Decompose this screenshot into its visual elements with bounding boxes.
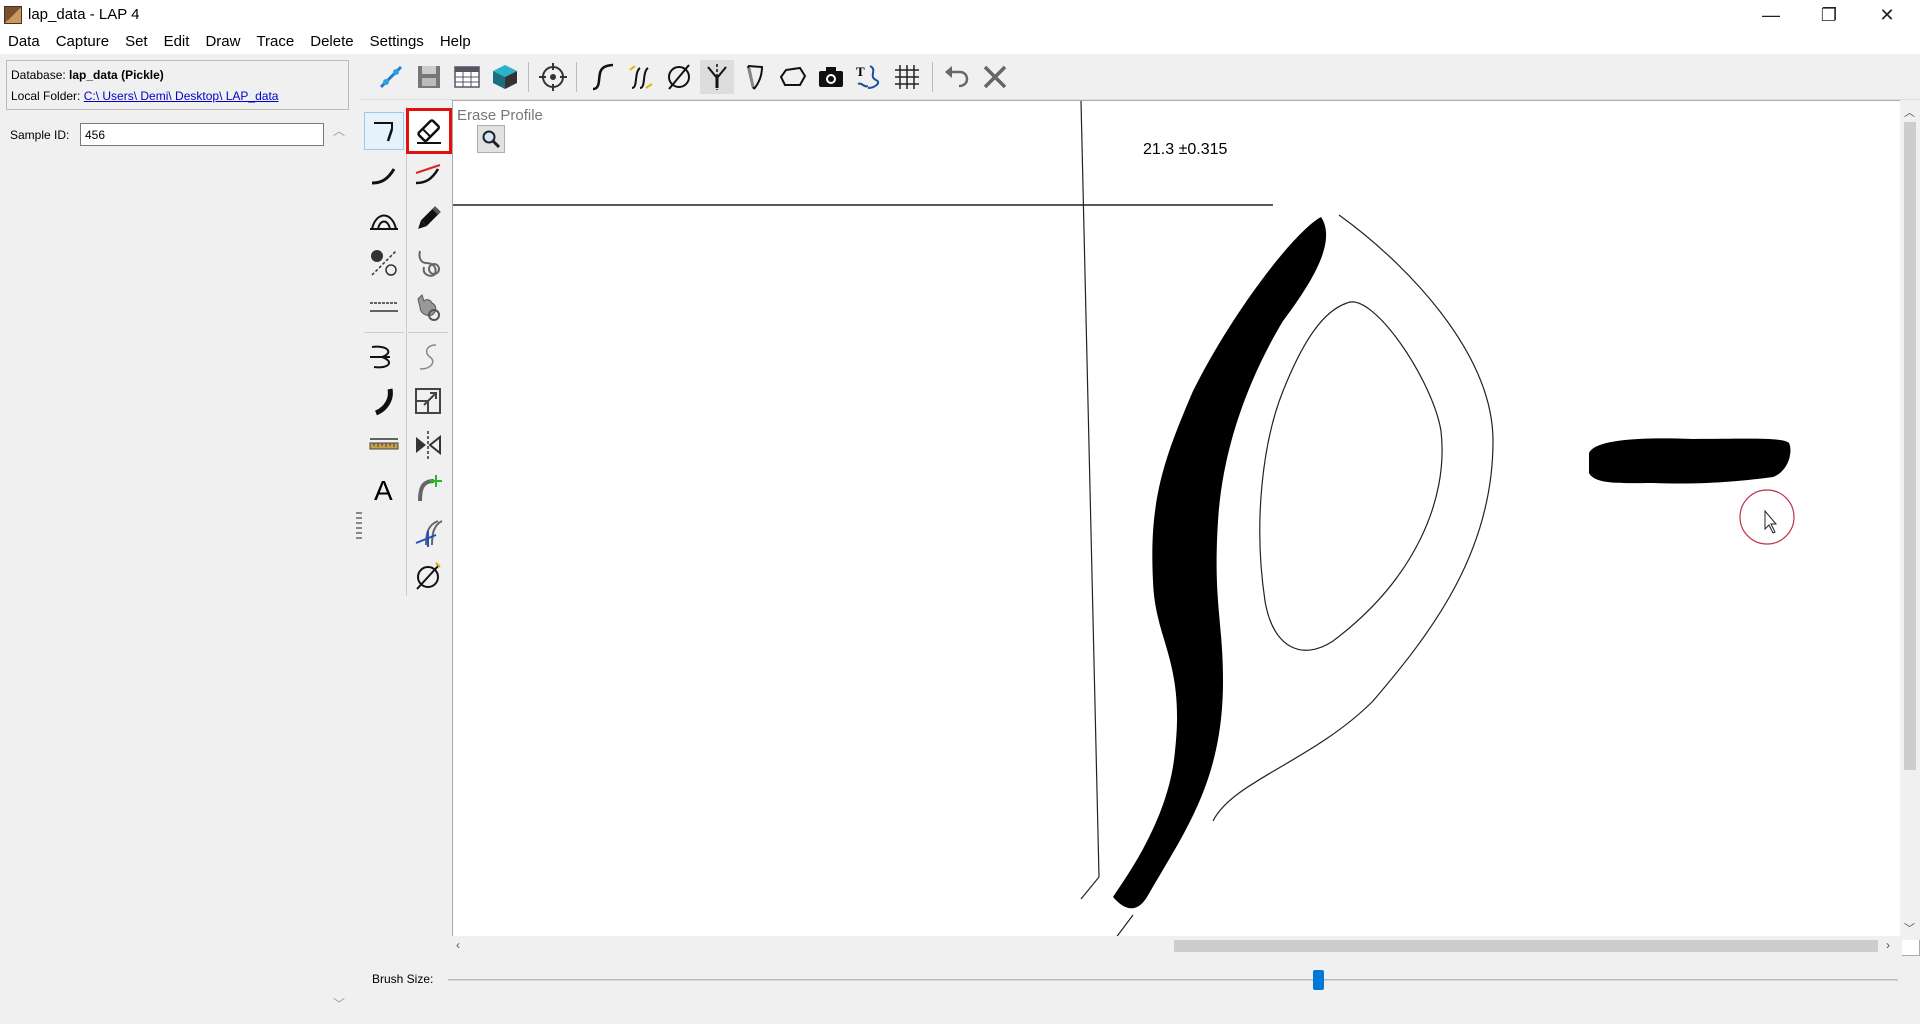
- app-icon: [4, 6, 22, 24]
- diameter-orange-icon[interactable]: [408, 558, 448, 596]
- svg-text:A: A: [374, 475, 393, 505]
- red-curve-icon[interactable]: [408, 156, 448, 194]
- maximize-button[interactable]: ❐: [1800, 0, 1858, 30]
- menu-delete[interactable]: Delete: [302, 30, 361, 50]
- handle-icon[interactable]: [408, 244, 448, 282]
- sample-id-input[interactable]: [80, 123, 324, 146]
- connect-icon[interactable]: [374, 60, 408, 94]
- erase-profile-icon[interactable]: [406, 108, 452, 154]
- undo-icon[interactable]: [940, 60, 974, 94]
- menu-data[interactable]: Data: [0, 30, 48, 50]
- menu-capture[interactable]: Capture: [48, 30, 117, 50]
- text-trace-icon[interactable]: T: [852, 60, 886, 94]
- save-icon[interactable]: [412, 60, 446, 94]
- menu-draw[interactable]: Draw: [197, 30, 248, 50]
- left-scrollbar[interactable]: ︿ ﹀: [332, 122, 346, 1012]
- database-label: Database:: [11, 68, 66, 82]
- scroll-right-arrow-icon[interactable]: ›: [1886, 938, 1890, 952]
- double-curve-icon[interactable]: [624, 60, 658, 94]
- mirror-icon[interactable]: [408, 426, 448, 464]
- arch-icon[interactable]: [364, 200, 404, 238]
- window-title: lap_data - LAP 4: [28, 6, 140, 23]
- s-curve-icon[interactable]: [408, 338, 448, 376]
- pencil-icon[interactable]: [408, 200, 448, 238]
- minimize-button[interactable]: —: [1742, 0, 1800, 30]
- horizontal-scroll-thumb[interactable]: [1174, 940, 1878, 952]
- split-curve-icon[interactable]: [364, 338, 404, 376]
- canvas-horizontal-scrollbar[interactable]: ‹ ›: [452, 936, 1902, 956]
- drawing-canvas[interactable]: Erase Profile 21.3 ±0.315: [452, 100, 1920, 956]
- add-curve-icon[interactable]: [408, 470, 448, 508]
- scroll-down-icon[interactable]: ﹀: [333, 995, 345, 1012]
- rim-curve-icon[interactable]: [364, 156, 404, 194]
- diameter-icon[interactable]: [662, 60, 696, 94]
- brush-size-slider[interactable]: [1313, 970, 1324, 990]
- scale-icon[interactable]: [408, 382, 448, 420]
- menu-set[interactable]: Set: [117, 30, 156, 50]
- profile-drawing: [453, 101, 1795, 940]
- polygon-icon[interactable]: [776, 60, 810, 94]
- axis-icon[interactable]: [700, 60, 734, 94]
- table-icon[interactable]: [450, 60, 484, 94]
- menu-bar: Data Capture Set Edit Draw Trace Delete Setting…: [0, 30, 1920, 54]
- title-bar: lap_data - LAP 4 — ❐ ✕: [0, 0, 1920, 30]
- database-value: lap_data (Pickle): [69, 68, 164, 82]
- point-line-icon[interactable]: [364, 244, 404, 282]
- panel-grip[interactable]: [356, 512, 362, 542]
- scroll-left-arrow-icon[interactable]: ‹: [456, 938, 460, 952]
- menu-help[interactable]: Help: [432, 30, 479, 50]
- blue-curve-icon[interactable]: [408, 514, 448, 552]
- ruler-icon[interactable]: [364, 426, 404, 464]
- scroll-up-icon[interactable]: ︿: [333, 122, 345, 139]
- sample-id-label: Sample ID:: [10, 128, 70, 142]
- menu-trace[interactable]: Trace: [248, 30, 302, 50]
- folder-label: Local Folder:: [11, 89, 81, 103]
- target-icon[interactable]: [536, 60, 570, 94]
- vertical-scroll-thumb[interactable]: [1904, 122, 1916, 770]
- close-icon[interactable]: [978, 60, 1012, 94]
- scroll-down-arrow-icon[interactable]: ﹀: [1904, 920, 1915, 936]
- curve-icon[interactable]: [586, 60, 620, 94]
- section-icon[interactable]: [738, 60, 772, 94]
- brush-size-track[interactable]: [448, 979, 1898, 981]
- cat-handle-icon[interactable]: [408, 288, 448, 326]
- brush-curve-icon[interactable]: [364, 382, 404, 420]
- brush-size-bar: Brush Size:: [352, 956, 1920, 1024]
- canvas-vertical-scrollbar[interactable]: ︿ ﹀: [1900, 100, 1920, 940]
- left-panel: Database: lap_data (Pickle) Local Folder…: [0, 54, 352, 1024]
- grid-icon[interactable]: [890, 60, 924, 94]
- database-info: Database: lap_data (Pickle) Local Folder…: [6, 60, 349, 110]
- scroll-up-arrow-icon[interactable]: ︿: [1904, 104, 1915, 120]
- svg-text:T: T: [856, 64, 865, 79]
- dashed-line-icon[interactable]: [364, 288, 404, 326]
- cube-icon[interactable]: [488, 60, 522, 94]
- close-window-button[interactable]: ✕: [1858, 0, 1916, 30]
- brush-size-label: Brush Size:: [372, 972, 434, 986]
- menu-edit[interactable]: Edit: [156, 30, 198, 50]
- camera-icon[interactable]: [814, 60, 848, 94]
- main-toolbar: T: [360, 54, 1920, 100]
- folder-link[interactable]: C:\ Users\ Demi\ Desktop\ LAP_data: [84, 89, 279, 103]
- text-tool-icon[interactable]: A: [364, 470, 404, 508]
- menu-settings[interactable]: Settings: [362, 30, 432, 50]
- profile-corner-icon[interactable]: [364, 112, 404, 150]
